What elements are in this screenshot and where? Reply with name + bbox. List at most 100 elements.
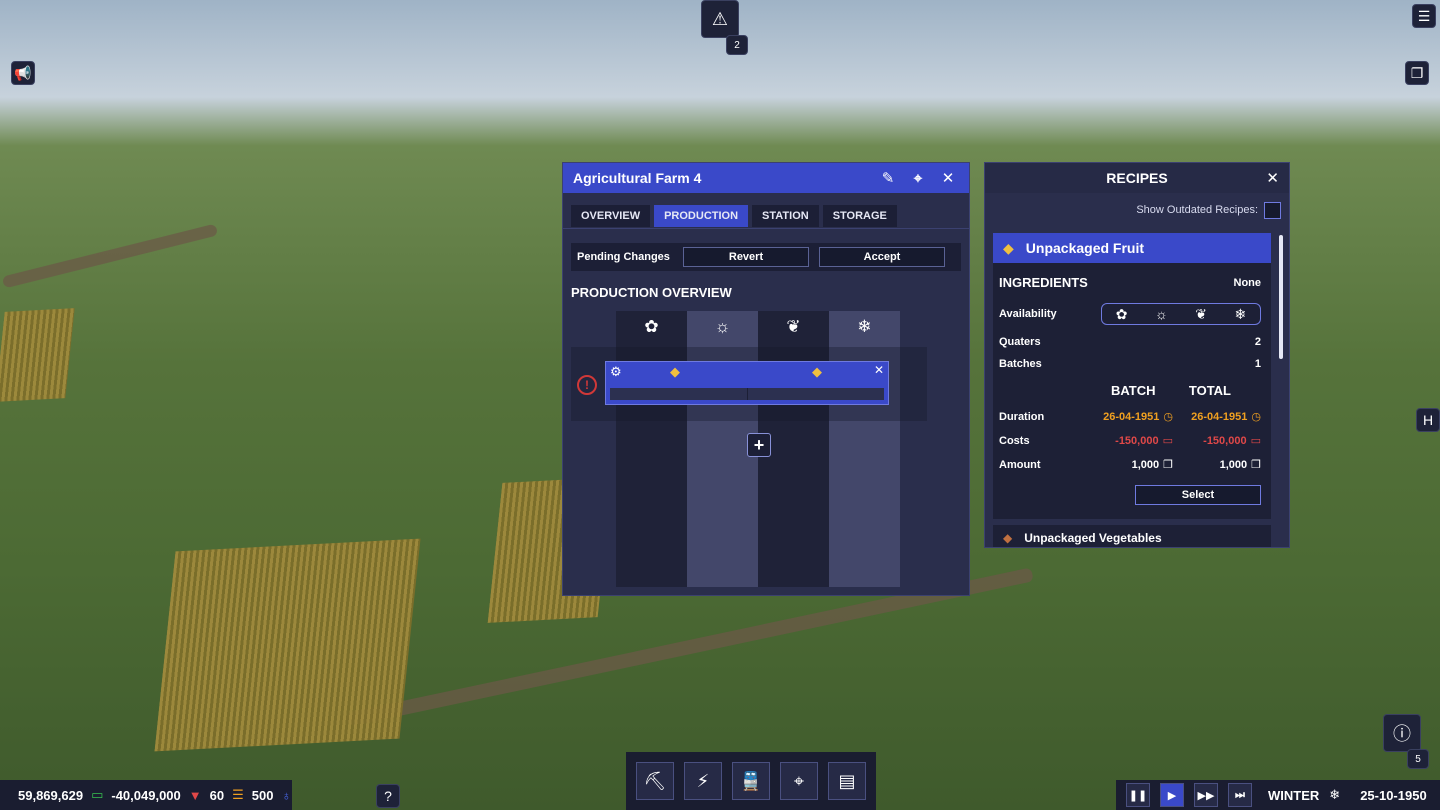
vehicles-button[interactable]: 🚆 xyxy=(732,762,770,800)
recipe-title-bar[interactable]: ◆ Unpackaged Fruit xyxy=(993,233,1271,263)
recipe-name: Unpackaged Vegetables xyxy=(1024,531,1162,545)
help-icon: ? xyxy=(384,788,392,804)
recipe-card-next[interactable]: ◆ Unpackaged Vegetables xyxy=(993,525,1271,547)
workers-value: 60 xyxy=(209,787,225,803)
location-pin-icon[interactable]: ⌖ xyxy=(907,170,929,187)
route-pin-icon: ⌖ xyxy=(793,770,805,791)
construction-crane-button[interactable]: ⛏ xyxy=(636,762,674,800)
documents-button[interactable]: ▤ xyxy=(828,762,866,800)
workers-icon: ☰ xyxy=(232,787,244,802)
research-icon: ♁ xyxy=(281,787,292,803)
fast-forward-button[interactable]: ▶▶ xyxy=(1194,783,1218,807)
fruit-icon: ◆ xyxy=(1003,239,1014,256)
crate-icon: ❐ xyxy=(1163,459,1173,471)
batches-value: 1 xyxy=(1254,358,1261,370)
menu-button[interactable]: ☰ xyxy=(1412,4,1436,28)
total-header: TOTAL xyxy=(1188,383,1231,398)
snowflake-icon: ❄ xyxy=(1329,787,1341,802)
batches-label: Batches xyxy=(999,358,1042,370)
duration-total: 26-04-1951 xyxy=(1191,410,1248,423)
tab-storage[interactable]: STORAGE xyxy=(822,205,897,227)
info-bubble-icon: ⓘ xyxy=(1393,724,1411,744)
amount-total: 1,000 xyxy=(1219,458,1248,471)
balance-value: -40,049,000 xyxy=(111,787,181,803)
windows-button[interactable]: ❐ xyxy=(1405,61,1429,85)
clock-icon: ◷ xyxy=(1251,411,1261,423)
hotkey-label: H xyxy=(1422,412,1434,428)
batches-row: Batches 1 xyxy=(999,358,1261,370)
window-header[interactable]: Agricultural Farm 4 ✎ ⌖ ✕ xyxy=(563,163,969,193)
show-outdated-label: Show Outdated Recipes: xyxy=(1136,204,1258,216)
help-button[interactable]: ? xyxy=(376,784,400,808)
pending-changes-bar: Pending Changes Revert Accept xyxy=(571,243,961,271)
autumn-icon: ❦ xyxy=(1195,305,1208,322)
batch-header: BATCH xyxy=(1111,383,1156,398)
production-slot[interactable]: ⚙ ◆ ◆ ✕ xyxy=(605,361,889,405)
season-label: WINTER xyxy=(1268,787,1320,803)
hotkey-h-button[interactable]: H xyxy=(1416,408,1440,432)
add-production-button[interactable]: + xyxy=(747,433,771,457)
routes-button[interactable]: ⌖ xyxy=(780,762,818,800)
close-icon[interactable]: ✕ xyxy=(874,363,884,377)
tab-production[interactable]: PRODUCTION xyxy=(654,205,749,227)
fast-forward-icon: ▶▶ xyxy=(1197,789,1215,802)
money-icon: ▭ xyxy=(1250,435,1261,447)
crop-field xyxy=(0,308,75,402)
window-title: Agricultural Farm 4 xyxy=(573,170,702,186)
fastest-button[interactable]: ⏭ xyxy=(1228,783,1252,807)
summer-icon: ☼ xyxy=(1154,306,1168,322)
amount-label: Amount xyxy=(999,458,1041,471)
warning-icon[interactable]: ! xyxy=(577,375,597,395)
power-button[interactable]: ⚡ xyxy=(684,762,722,800)
tab-overview[interactable]: OVERVIEW xyxy=(571,205,651,227)
costs-batch: -150,000 xyxy=(1115,434,1159,447)
close-icon[interactable]: ✕ xyxy=(937,169,959,187)
notifications-count: 5 xyxy=(1407,749,1429,769)
show-outdated-row: Show Outdated Recipes: xyxy=(985,193,1289,227)
recipes-header[interactable]: RECIPES ✕ xyxy=(985,163,1289,193)
gears-icon: ⚙ xyxy=(610,364,622,379)
accept-button[interactable]: Accept xyxy=(819,247,945,267)
duration-label: Duration xyxy=(999,410,1045,423)
select-recipe-button[interactable]: Select xyxy=(1135,485,1261,505)
quaters-label: Quaters xyxy=(999,336,1041,348)
production-overview-title: PRODUCTION OVERVIEW xyxy=(571,285,732,300)
duration-row: Duration 26-04-1951 ◷ 26-04-1951 ◷ xyxy=(999,410,1261,424)
column-headers: BATCH TOTAL xyxy=(1111,383,1231,398)
autumn-icon: ❦ xyxy=(786,317,801,336)
spring-icon: ✿ xyxy=(644,317,659,336)
alert-button[interactable]: ⚠ xyxy=(701,0,739,38)
revert-button[interactable]: Revert xyxy=(683,247,809,267)
summer-icon: ☼ xyxy=(714,317,731,336)
tab-station[interactable]: STATION xyxy=(752,205,819,227)
close-icon[interactable]: ✕ xyxy=(1266,169,1279,187)
fruit-icon: ◆ xyxy=(670,364,680,379)
show-outdated-checkbox[interactable] xyxy=(1264,201,1281,219)
time-controls: ❚❚ ▶ ▶▶ ⏭ WINTER ❄ 25-10-1950 xyxy=(1116,780,1440,810)
costs-label: Costs xyxy=(999,434,1030,447)
ingredients-value: None xyxy=(1233,276,1262,289)
money-icon: ▭ xyxy=(1162,435,1173,447)
recipes-scrollbar[interactable] xyxy=(1279,235,1283,359)
amount-batch: 1,000 xyxy=(1131,458,1160,471)
cash-icon: ▭ xyxy=(91,787,104,802)
announcement-button[interactable]: 📢 xyxy=(11,61,35,85)
power-pylon-icon: ⚡ xyxy=(696,770,710,791)
vegetable-icon: ◆ xyxy=(1003,531,1013,545)
ingredients-row: INGREDIENTS None xyxy=(999,275,1261,290)
research-value: 500 xyxy=(251,787,274,803)
play-button[interactable]: ▶ xyxy=(1160,783,1184,807)
duration-batch: 26-04-1951 xyxy=(1103,410,1160,423)
ingredients-label: INGREDIENTS xyxy=(999,275,1088,290)
down-arrow-icon: ▼ xyxy=(188,787,202,803)
tab-bar: OVERVIEW PRODUCTION STATION STORAGE xyxy=(563,193,969,229)
clock-icon: ◷ xyxy=(1163,411,1173,423)
notifications-button[interactable]: ⓘ xyxy=(1383,714,1421,752)
costs-total: -150,000 xyxy=(1203,434,1247,447)
windows-icon: ❐ xyxy=(1410,64,1424,81)
edit-pencil-icon[interactable]: ✎ xyxy=(877,169,899,187)
pause-button[interactable]: ❚❚ xyxy=(1126,783,1150,807)
resources-bar: 59,869,629 ▭ -40,049,000 ▼ 60 ☰ 500 ♁ xyxy=(0,780,292,810)
winter-icon: ❄ xyxy=(1234,305,1247,322)
recipe-card: ◆ Unpackaged Fruit INGREDIENTS None Avai… xyxy=(993,233,1271,519)
